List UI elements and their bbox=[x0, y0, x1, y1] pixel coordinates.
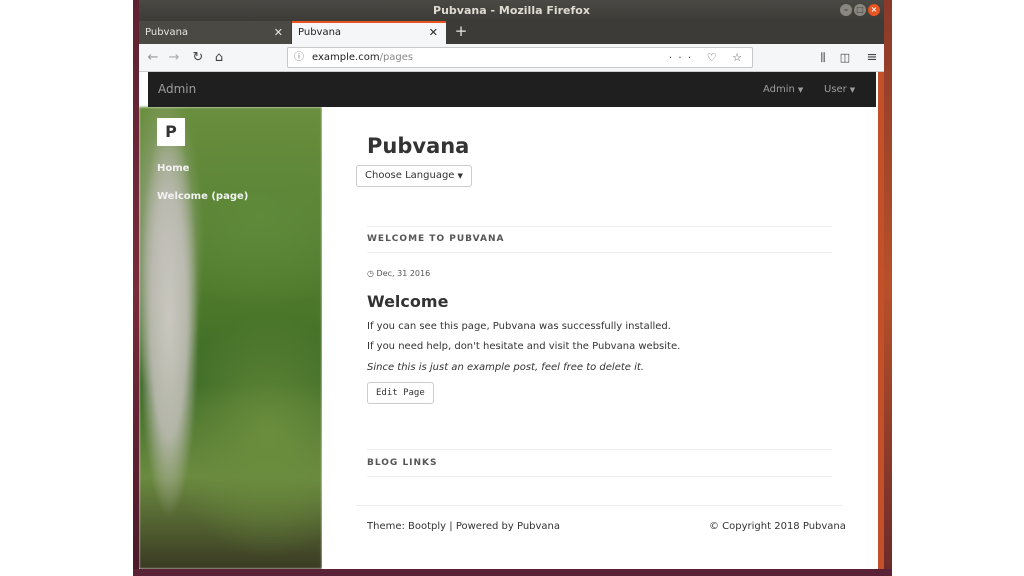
url-path: /pages bbox=[379, 52, 414, 63]
url-text[interactable]: example.com/pages bbox=[312, 48, 413, 67]
site-logo[interactable]: P bbox=[157, 118, 185, 146]
choose-language-label: Choose Language bbox=[365, 170, 455, 181]
user-dropdown-label: User bbox=[824, 84, 847, 95]
admin-dropdown-label: Admin bbox=[763, 84, 795, 95]
tab-label: Pubvana bbox=[298, 27, 342, 38]
footer-copyright: © Copyright 2018 Pubvana bbox=[709, 521, 846, 532]
sidebar-background-photo bbox=[139, 107, 322, 569]
footer-credits: Theme: Bootply | Powered by Pubvana bbox=[367, 521, 561, 532]
desktop: Pubvana - Mozilla Firefox – □ × Pubvana … bbox=[0, 0, 1024, 576]
post-paragraph: If you need help, don't hesitate and vis… bbox=[367, 341, 681, 352]
admin-navbar: Admin Admin ▼ User ▼ bbox=[148, 72, 876, 107]
caret-down-icon: ▼ bbox=[849, 86, 856, 94]
page-title: Pubvana bbox=[367, 134, 470, 158]
forward-icon[interactable]: → bbox=[164, 48, 184, 68]
section-heading-blog-links: BLOG LINKS bbox=[367, 458, 438, 468]
admin-dropdown[interactable]: Admin ▼ bbox=[763, 72, 803, 108]
tab-pubvana-1[interactable]: Pubvana ✕ bbox=[139, 21, 291, 44]
clock-icon: ◷ bbox=[367, 269, 374, 278]
footer-divider bbox=[356, 505, 843, 506]
section-heading-welcome: WELCOME TO PUBVANA bbox=[367, 234, 505, 244]
window-edge bbox=[878, 72, 884, 569]
url-bar[interactable]: ⓘ example.com/pages ··· ♡ ☆ bbox=[287, 47, 753, 68]
caret-down-icon: ▼ bbox=[457, 172, 463, 180]
url-host: example.com bbox=[312, 52, 380, 63]
edit-page-button[interactable]: Edit Page bbox=[367, 382, 434, 404]
post-paragraph: If you can see this page, Pubvana was su… bbox=[367, 321, 671, 332]
library-icon[interactable]: ⫼ bbox=[813, 48, 833, 68]
sidebar-item-home[interactable]: Home bbox=[157, 163, 189, 174]
divider bbox=[367, 449, 832, 450]
divider bbox=[367, 252, 832, 253]
page-viewport: Admin Admin ▼ User ▼ P Home Welcome (page)… bbox=[139, 72, 884, 569]
main-content: Pubvana Choose Language ▼ WELCOME TO PUBV… bbox=[322, 107, 878, 569]
tab-label: Pubvana bbox=[145, 27, 189, 38]
page-actions-icons[interactable]: ··· ♡ ☆ bbox=[669, 48, 748, 67]
hamburger-menu-icon[interactable]: ≡ bbox=[862, 48, 882, 68]
close-window-button[interactable]: × bbox=[868, 4, 880, 16]
new-tab-button[interactable]: + bbox=[451, 21, 471, 44]
divider bbox=[367, 226, 832, 227]
tab-pubvana-2[interactable]: Pubvana ✕ bbox=[292, 21, 446, 44]
choose-language-button[interactable]: Choose Language ▼ bbox=[356, 165, 472, 187]
navigation-toolbar: ← → ↻ ⌂ ⓘ example.com/pages ··· ♡ ☆ ⫼ ◫ … bbox=[139, 44, 884, 72]
caret-down-icon: ▼ bbox=[797, 86, 804, 94]
desktop-wallpaper-right bbox=[884, 0, 892, 576]
desktop-wallpaper-bottom bbox=[133, 569, 892, 576]
sidebar-item-welcome[interactable]: Welcome (page) bbox=[157, 191, 248, 202]
post-date-text: Dec, 31 2016 bbox=[376, 269, 431, 278]
firefox-window: Pubvana - Mozilla Firefox – □ × Pubvana … bbox=[139, 0, 884, 569]
site-info-icon[interactable]: ⓘ bbox=[294, 48, 304, 67]
back-icon[interactable]: ← bbox=[143, 48, 163, 68]
reload-icon[interactable]: ↻ bbox=[188, 48, 208, 68]
close-tab-icon[interactable]: ✕ bbox=[429, 23, 438, 42]
minimize-window-button[interactable]: – bbox=[840, 4, 852, 16]
maximize-window-button[interactable]: □ bbox=[854, 4, 866, 16]
home-icon[interactable]: ⌂ bbox=[209, 48, 229, 68]
post-date: ◷ Dec, 31 2016 bbox=[367, 269, 430, 278]
sidebar-icon[interactable]: ◫ bbox=[835, 48, 855, 68]
window-title: Pubvana - Mozilla Firefox bbox=[433, 4, 590, 17]
tab-bar: Pubvana ✕ Pubvana ✕ + bbox=[139, 21, 884, 44]
close-tab-icon[interactable]: ✕ bbox=[274, 21, 283, 44]
admin-brand-link[interactable]: Admin bbox=[158, 72, 196, 107]
user-dropdown[interactable]: User ▼ bbox=[824, 72, 855, 108]
post-paragraph: Since this is just an example post, feel… bbox=[367, 362, 644, 373]
window-titlebar[interactable]: Pubvana - Mozilla Firefox – □ × bbox=[139, 0, 884, 21]
divider bbox=[367, 476, 832, 477]
post-title: Welcome bbox=[367, 292, 449, 311]
